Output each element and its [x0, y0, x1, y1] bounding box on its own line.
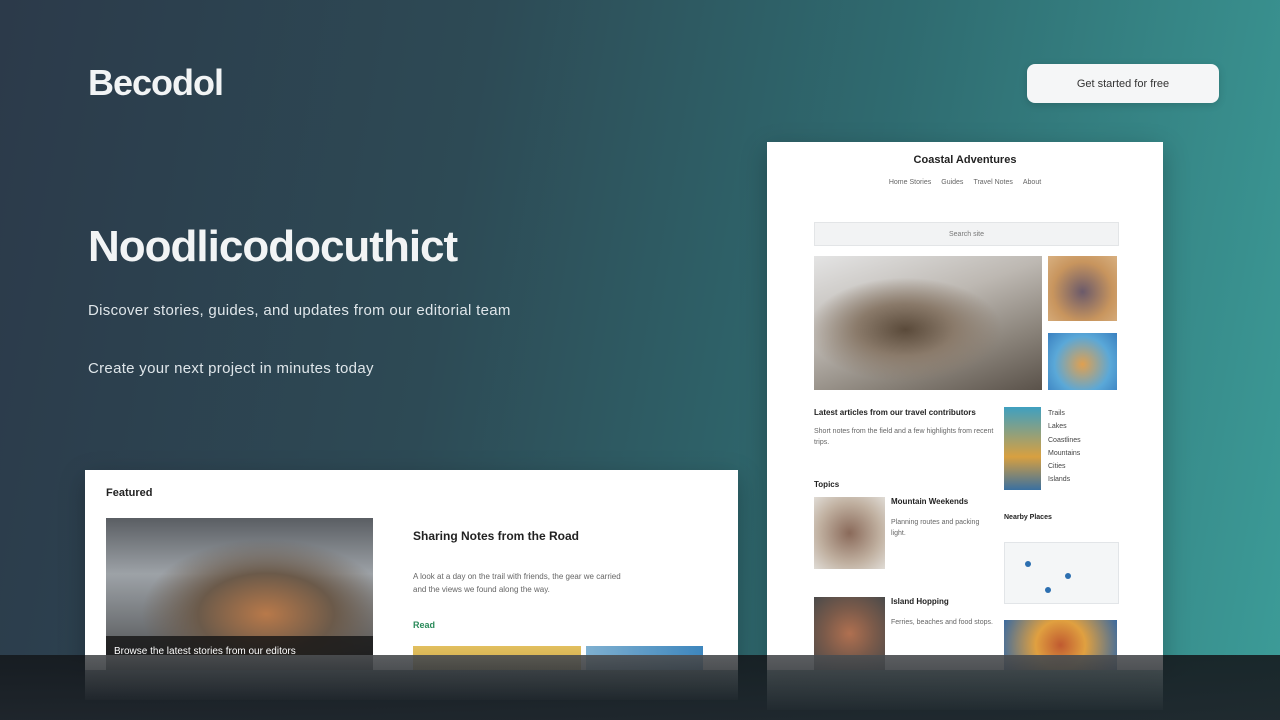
right-mockup-card: Coastal Adventures Home Stories Guides T…: [767, 142, 1163, 670]
nav-item[interactable]: Guides: [941, 179, 963, 186]
list-item-text: Ferries, beaches and food stops.: [891, 619, 993, 626]
front-mockup-card: Featured Browse the latest stories from …: [85, 470, 738, 670]
hero-title: Noodlicodocuthict: [88, 222, 458, 271]
widget-title: Nearby Places: [1004, 514, 1052, 521]
hero-subtitle: Discover stories, guides, and updates fr…: [88, 302, 511, 319]
front-card-read-link[interactable]: Read: [413, 620, 435, 630]
sidebar-list: Trails Lakes Coastlines Mountains Cities…: [1048, 407, 1081, 487]
map-pin-icon[interactable]: [1065, 573, 1071, 579]
main-feature-image[interactable]: [814, 256, 1042, 390]
list-item-title[interactable]: Island Hopping: [891, 597, 949, 606]
site-logo[interactable]: Becodol: [88, 62, 224, 104]
map-widget: Nearby Places: [1004, 514, 1119, 614]
front-card-label: Featured: [106, 487, 153, 499]
hero-subtitle-secondary: Create your next project in minutes toda…: [88, 360, 374, 377]
sidebar-item[interactable]: Mountains: [1048, 447, 1081, 460]
nav-item[interactable]: Travel Notes: [973, 179, 1012, 186]
sidebar-item[interactable]: Coastlines: [1048, 434, 1081, 447]
sidebar-thumbnail[interactable]: [1004, 407, 1041, 490]
side-feature-image[interactable]: [1048, 256, 1117, 321]
right-card-nav: Home Stories Guides Travel Notes About: [767, 179, 1163, 186]
front-card-reflection: [85, 655, 738, 700]
get-started-button[interactable]: Get started for free: [1027, 64, 1219, 103]
article-heading[interactable]: Latest articles from our travel contribu…: [814, 408, 976, 417]
list-item-image[interactable]: [814, 497, 885, 569]
right-card-title: Coastal Adventures: [913, 154, 1017, 166]
front-card-headline[interactable]: Sharing Notes from the Road: [413, 529, 579, 543]
section-title: Topics: [814, 480, 840, 489]
search-input[interactable]: Search site: [814, 222, 1119, 246]
list-item-title[interactable]: Mountain Weekends: [891, 497, 968, 506]
reflection-floor: [0, 655, 1280, 720]
list-item-text: Planning routes and packing light.: [891, 519, 980, 538]
map-pin-icon[interactable]: [1045, 587, 1051, 593]
sidebar-item[interactable]: Trails: [1048, 407, 1081, 420]
sidebar-item[interactable]: Islands: [1048, 473, 1081, 486]
map-view[interactable]: [1004, 542, 1119, 604]
map-pin-icon[interactable]: [1025, 561, 1031, 567]
sidebar-item[interactable]: Lakes: [1048, 420, 1081, 433]
nav-item[interactable]: Home Stories: [889, 179, 931, 186]
article-body: Short notes from the field and a few hig…: [814, 428, 994, 447]
right-card-reflection: [767, 655, 1163, 710]
front-card-text: A look at a day on the trail with friend…: [413, 572, 621, 594]
sidebar-item[interactable]: Cities: [1048, 460, 1081, 473]
nav-item[interactable]: About: [1023, 179, 1041, 186]
side-feature-image[interactable]: [1048, 333, 1117, 390]
